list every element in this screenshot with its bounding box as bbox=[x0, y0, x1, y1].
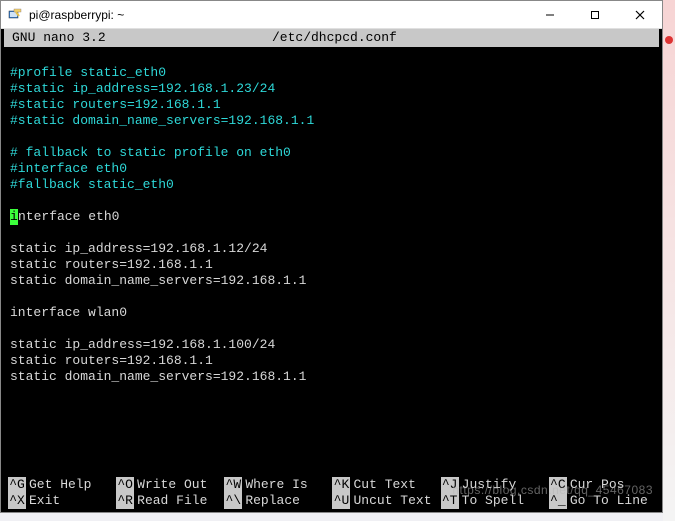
terminal-window: pi@raspberrypi: ~ GNU nano 3.2 /etc/dhcp… bbox=[0, 0, 663, 513]
shortcut-label: Get Help bbox=[29, 477, 91, 493]
shortcut-item: ^UUncut Text bbox=[332, 493, 438, 509]
nano-app-label: GNU nano 3.2 bbox=[12, 30, 272, 46]
shortcut-label: Cut Text bbox=[353, 477, 415, 493]
nano-header: GNU nano 3.2 /etc/dhcpcd.conf bbox=[4, 29, 659, 47]
editor-line: #profile static_eth0 bbox=[10, 65, 653, 81]
terminal-area[interactable]: GNU nano 3.2 /etc/dhcpcd.conf #profile s… bbox=[1, 29, 662, 512]
editor-line: static domain_name_servers=192.168.1.1 bbox=[10, 273, 653, 289]
window-controls bbox=[527, 1, 662, 28]
shortcut-key: ^R bbox=[116, 493, 134, 509]
shortcut-key: ^O bbox=[116, 477, 134, 493]
editor-line: interface wlan0 bbox=[10, 305, 653, 321]
nano-file-path: /etc/dhcpcd.conf bbox=[272, 30, 397, 46]
shortcut-label: Write Out bbox=[137, 477, 207, 493]
editor-line: static ip_address=192.168.1.12/24 bbox=[10, 241, 653, 257]
putty-icon bbox=[7, 7, 23, 23]
maximize-button[interactable] bbox=[572, 1, 617, 28]
shortcut-key: ^T bbox=[441, 493, 459, 509]
text-cursor: i bbox=[10, 209, 18, 225]
shortcut-item: ^TTo Spell bbox=[441, 493, 547, 509]
shortcut-key: ^J bbox=[441, 477, 459, 493]
shortcut-label: To Spell bbox=[462, 493, 524, 509]
editor-line bbox=[10, 49, 653, 65]
notification-dot-icon bbox=[665, 36, 673, 44]
shortcut-key: ^G bbox=[8, 477, 26, 493]
shortcut-item: ^OWrite Out bbox=[116, 477, 222, 493]
shortcut-label: Exit bbox=[29, 493, 60, 509]
shortcut-key: ^U bbox=[332, 493, 350, 509]
editor-line bbox=[10, 129, 653, 145]
editor-line: # fallback to static profile on eth0 bbox=[10, 145, 653, 161]
shortcut-item: ^_Go To Line bbox=[549, 493, 655, 509]
shortcut-item: ^GGet Help bbox=[8, 477, 114, 493]
editor-line bbox=[10, 225, 653, 241]
shortcut-item: ^JJustify bbox=[441, 477, 547, 493]
shortcut-key: ^_ bbox=[549, 493, 567, 509]
editor-line: #fallback static_eth0 bbox=[10, 177, 653, 193]
editor-line bbox=[10, 321, 653, 337]
page-side-strip bbox=[663, 0, 675, 521]
shortcut-label: Read File bbox=[137, 493, 207, 509]
minimize-button[interactable] bbox=[527, 1, 572, 28]
shortcut-key: ^W bbox=[224, 477, 242, 493]
shortcut-label: Where Is bbox=[245, 477, 307, 493]
nano-shortcut-bar: ^GGet Help^OWrite Out^WWhere Is^KCut Tex… bbox=[4, 477, 659, 512]
shortcut-key: ^\ bbox=[224, 493, 242, 509]
editor-line bbox=[10, 289, 653, 305]
titlebar[interactable]: pi@raspberrypi: ~ bbox=[1, 1, 662, 29]
editor-line: #static routers=192.168.1.1 bbox=[10, 97, 653, 113]
shortcut-item: ^RRead File bbox=[116, 493, 222, 509]
editor-line: static ip_address=192.168.1.100/24 bbox=[10, 337, 653, 353]
shortcut-label: Replace bbox=[245, 493, 300, 509]
shortcut-label: Uncut Text bbox=[353, 493, 431, 509]
shortcut-item: ^KCut Text bbox=[332, 477, 438, 493]
editor-line: static routers=192.168.1.1 bbox=[10, 257, 653, 273]
shortcut-label: Justify bbox=[462, 477, 517, 493]
editor-line: #static ip_address=192.168.1.23/24 bbox=[10, 81, 653, 97]
shortcut-label: Cur Pos bbox=[570, 477, 625, 493]
shortcut-item: ^XExit bbox=[8, 493, 114, 509]
window-title: pi@raspberrypi: ~ bbox=[29, 8, 124, 22]
editor-line: #interface eth0 bbox=[10, 161, 653, 177]
editor-line: #static domain_name_servers=192.168.1.1 bbox=[10, 113, 653, 129]
shortcut-label: Go To Line bbox=[570, 493, 648, 509]
close-button[interactable] bbox=[617, 1, 662, 28]
shortcut-item: ^WWhere Is bbox=[224, 477, 330, 493]
shortcut-key: ^X bbox=[8, 493, 26, 509]
editor-line bbox=[10, 193, 653, 209]
editor-line: static domain_name_servers=192.168.1.1 bbox=[10, 369, 653, 385]
shortcut-key: ^K bbox=[332, 477, 350, 493]
editor-line: interface eth0 bbox=[10, 209, 653, 225]
shortcut-item: ^\Replace bbox=[224, 493, 330, 509]
editor-line: static routers=192.168.1.1 bbox=[10, 353, 653, 369]
shortcut-item: ^CCur Pos bbox=[549, 477, 655, 493]
shortcut-key: ^C bbox=[549, 477, 567, 493]
editor-content[interactable]: #profile static_eth0#static ip_address=1… bbox=[4, 47, 659, 477]
